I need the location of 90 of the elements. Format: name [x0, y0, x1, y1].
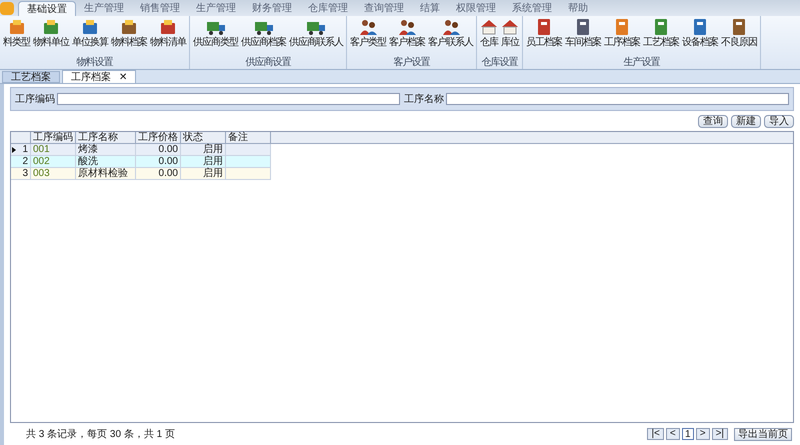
- table-cell: 原材料检验: [76, 168, 136, 179]
- box-icon: [159, 18, 177, 36]
- ribbon-button[interactable]: 物料单位: [33, 18, 69, 49]
- ribbon-tab[interactable]: 权限管理: [448, 1, 504, 16]
- export-page-button[interactable]: 导出当前页: [734, 428, 792, 440]
- group-title: 仓库设置: [482, 57, 518, 68]
- ribbon-button[interactable]: 员工档案: [526, 18, 562, 49]
- table-cell: 0.00: [136, 168, 181, 179]
- book-icon: [731, 18, 747, 36]
- close-icon[interactable]: ✕: [119, 70, 127, 84]
- ribbon-button[interactable]: 车间档案: [565, 18, 601, 49]
- pager-button[interactable]: |<: [647, 428, 664, 440]
- ribbon-tab[interactable]: 系统管理: [504, 1, 560, 16]
- ribbon-button[interactable]: 物料清单: [150, 18, 186, 49]
- table-cell: 启用: [181, 168, 226, 179]
- column-header[interactable]: 工序价格: [136, 132, 181, 143]
- table-cell: 0.00: [136, 156, 181, 167]
- ribbon-button[interactable]: 工序档案: [604, 18, 640, 49]
- ribbon-tab[interactable]: 生产管理: [188, 1, 244, 16]
- ribbon-button[interactable]: 库位: [501, 18, 519, 49]
- table-cell: 003: [31, 168, 76, 179]
- people-icon: [440, 18, 460, 36]
- ribbon-button[interactable]: 工艺档案: [643, 18, 679, 49]
- box-icon: [120, 18, 138, 36]
- table-cell: 0.00: [136, 144, 181, 155]
- ribbon-button[interactable]: 料类型: [3, 18, 30, 49]
- ribbon-button[interactable]: 客户类型: [350, 18, 386, 49]
- table-cell: 001: [31, 144, 76, 155]
- table-cell: 启用: [181, 156, 226, 167]
- record-summary: 共 3 条记录，每页 30 条，共 1 页: [26, 428, 175, 442]
- column-header[interactable]: 工序名称: [76, 132, 136, 143]
- ribbon-button[interactable]: 供应商类型: [193, 18, 238, 49]
- ribbon-tab[interactable]: 基础设置: [18, 1, 76, 16]
- ribbon-button[interactable]: 客户档案: [389, 18, 425, 49]
- ribbon-button[interactable]: 仓库: [480, 18, 498, 49]
- table-cell: 烤漆: [76, 144, 136, 155]
- table-cell: 酸洗: [76, 156, 136, 167]
- house-icon: [480, 18, 498, 36]
- ribbon-tab[interactable]: 帮助: [560, 1, 596, 16]
- table-cell: 启用: [181, 144, 226, 155]
- pager-button[interactable]: <: [666, 428, 680, 440]
- filter-label: 工序编码: [15, 92, 55, 106]
- column-header[interactable]: 状态: [181, 132, 226, 143]
- box-icon: [81, 18, 99, 36]
- app-menu-button[interactable]: [0, 2, 14, 15]
- ribbon-button[interactable]: 供应商档案: [241, 18, 286, 49]
- book-icon: [536, 18, 552, 36]
- document-tab[interactable]: 工序档案 ✕: [62, 70, 136, 83]
- ribbon-button[interactable]: 物料档案: [111, 18, 147, 49]
- people-icon: [358, 18, 378, 36]
- ribbon-tab[interactable]: 仓库管理: [300, 1, 356, 16]
- row-header[interactable]: 3: [11, 168, 31, 179]
- pager-button[interactable]: >: [696, 428, 710, 440]
- current-row-icon: [12, 146, 16, 152]
- row-header[interactable]: 2: [11, 156, 31, 167]
- group-title: 客户设置: [394, 57, 430, 68]
- pager-button[interactable]: >|: [712, 428, 728, 440]
- house-icon: [501, 18, 519, 36]
- ribbon-button[interactable]: 单位换算: [72, 18, 108, 49]
- ribbon-tab[interactable]: 结算: [412, 1, 448, 16]
- group-title: 生产设置: [624, 57, 660, 68]
- ribbon-tab[interactable]: 生产管理: [76, 1, 132, 16]
- book-icon: [575, 18, 591, 36]
- action-button[interactable]: 查询: [698, 115, 728, 128]
- action-button[interactable]: 导入: [764, 115, 794, 128]
- page-input[interactable]: 1: [682, 428, 694, 440]
- ribbon-button[interactable]: 设备档案: [682, 18, 718, 49]
- ribbon-tab[interactable]: 查询管理: [356, 1, 412, 16]
- ribbon-tab[interactable]: 销售管理: [132, 1, 188, 16]
- book-icon: [653, 18, 669, 36]
- filter-input[interactable]: [57, 93, 400, 105]
- table-cell: 002: [31, 156, 76, 167]
- column-header[interactable]: 备注: [226, 132, 271, 143]
- book-icon: [614, 18, 630, 36]
- action-button[interactable]: 新建: [731, 115, 761, 128]
- group-title: 物料设置: [76, 57, 112, 68]
- people-icon: [397, 18, 417, 36]
- box-icon: [8, 18, 26, 36]
- row-header[interactable]: 1: [11, 144, 31, 155]
- filter-label: 工序名称: [404, 92, 444, 106]
- book-icon: [692, 18, 708, 36]
- ribbon-button[interactable]: 供应商联系人: [289, 18, 343, 49]
- ribbon-button[interactable]: 客户联系人: [428, 18, 473, 49]
- ribbon-tab[interactable]: 财务管理: [244, 1, 300, 16]
- group-title: 供应商设置: [246, 57, 290, 68]
- document-tab[interactable]: 工艺档案: [2, 71, 60, 83]
- box-icon: [42, 18, 60, 36]
- filter-input[interactable]: [446, 93, 789, 105]
- column-header[interactable]: 工序编码: [31, 132, 76, 143]
- ribbon-button[interactable]: 不良原因: [721, 18, 757, 49]
